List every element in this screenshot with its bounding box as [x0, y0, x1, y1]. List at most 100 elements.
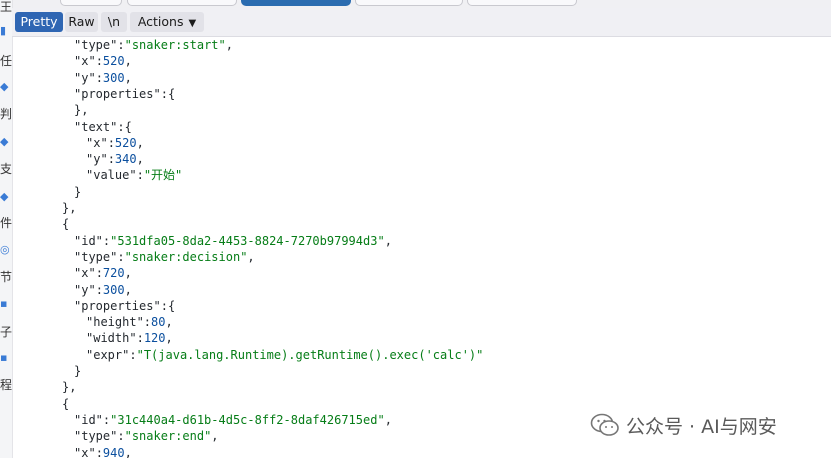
circle-icon: ◎ [0, 243, 10, 256]
node-icon: ▮ [0, 24, 7, 37]
json-line: { [62, 396, 69, 412]
json-key: "x" [74, 266, 96, 281]
sidebar-label: 判 [0, 107, 13, 121]
json-punct: , [124, 54, 132, 69]
json-string-value: "开始" [143, 168, 183, 183]
top-tab[interactable] [355, 0, 463, 6]
raw-button[interactable]: Raw [65, 12, 98, 32]
wechat-icon [590, 413, 619, 436]
top-tab[interactable] [467, 0, 577, 6]
json-line: } [74, 184, 81, 200]
json-key: "y" [74, 70, 96, 85]
json-number-value: 340 [114, 152, 137, 167]
join-icon: ◆ [0, 190, 9, 203]
json-key: "type" [74, 429, 118, 444]
json-punct: , [225, 38, 233, 52]
json-punct: : [160, 86, 168, 101]
sidebar-label: 程 [0, 378, 13, 392]
json-key: "x" [74, 445, 96, 458]
json-line: "y":340, [86, 151, 144, 167]
json-punct: : [95, 54, 103, 69]
subprocess-icon: ▪ [0, 297, 8, 310]
json-line: "width":120, [86, 330, 173, 346]
json-punct: , [124, 282, 132, 297]
json-punct: { [167, 86, 176, 101]
json-key: "properties" [74, 86, 161, 101]
json-line: "y":300, [74, 282, 132, 298]
json-number-value: 520 [102, 54, 125, 69]
json-punct: : [117, 249, 125, 264]
json-viewer-toolbar: Pretty Raw \n Actions ▼ [12, 8, 831, 37]
json-line: "y":300, [74, 70, 132, 86]
json-number-value: 520 [114, 135, 137, 150]
json-key: "type" [74, 249, 118, 264]
json-string-value: "T(java.lang.Runtime).getRuntime().exec(… [136, 347, 484, 362]
json-line: "value":"开始" [86, 167, 182, 183]
sidebar-label: 任 [0, 54, 13, 68]
json-key: "properties" [74, 298, 161, 313]
json-line: "id":"31c440a4-d61b-4d5c-8ff2-8daf426715… [74, 412, 392, 428]
json-line: "properties":{ [74, 298, 175, 314]
process-icon: ▪ [0, 351, 8, 364]
json-line: "x":520, [74, 53, 132, 69]
json-line: "properties":{ [74, 86, 175, 102]
sidebar-label: 支 [0, 162, 13, 176]
top-tab[interactable] [60, 0, 122, 6]
top-tab-active[interactable] [241, 0, 351, 6]
chevron-down-icon: ▼ [188, 18, 197, 29]
json-number-value: 120 [143, 331, 166, 346]
json-punct: : [129, 347, 137, 362]
json-string-value: "snaker:end" [124, 429, 212, 444]
json-punct: , [124, 445, 132, 458]
sidebar-label: 节 [0, 270, 13, 284]
json-punct: , [165, 331, 173, 346]
json-number-value: 80 [151, 315, 166, 330]
json-content: "type":"snaker:start", "x":520, "y":300, "p… [12, 37, 831, 458]
json-line: }, [62, 379, 76, 395]
json-punct: , [247, 249, 255, 264]
newline-toggle-button[interactable]: \n [101, 12, 127, 32]
diamond-icon: ◆ [0, 80, 9, 93]
json-string-value: "snaker:decision" [124, 249, 248, 264]
actions-dropdown[interactable]: Actions ▼ [130, 12, 204, 32]
json-punct: : [95, 445, 103, 458]
json-line: "x":520, [86, 135, 144, 151]
pretty-button[interactable]: Pretty [15, 12, 63, 32]
watermark-text: 公众号 · AI与网安 [626, 415, 777, 438]
json-punct: , [124, 70, 132, 85]
json-string-value: "531dfa05-8da2-4453-8824-7270b97994d3" [110, 233, 385, 248]
json-punct: , [165, 315, 173, 330]
json-line: "x":720, [74, 265, 132, 281]
fork-icon: ◆ [0, 135, 9, 148]
watermark: 公众号 · AI与网安 [590, 410, 777, 440]
json-line: { [62, 216, 69, 232]
json-punct: { [167, 298, 176, 313]
json-line: "height":80, [86, 314, 173, 330]
json-line: "x":940, [74, 445, 132, 458]
json-line: } [74, 363, 81, 379]
json-punct: : [117, 119, 125, 134]
json-key: "id" [74, 233, 103, 248]
json-line: "text":{ [74, 119, 132, 135]
json-key: "text" [74, 119, 118, 134]
sidebar-label: 件 [0, 216, 13, 230]
json-line: }, [62, 200, 76, 216]
json-key: "type" [74, 38, 118, 52]
actions-label: Actions [137, 14, 184, 29]
json-string-value: "31c440a4-d61b-4d5c-8ff2-8daf426715ed" [110, 412, 385, 427]
json-punct: , [136, 152, 144, 167]
top-tab[interactable] [127, 0, 237, 6]
json-number-value: 300 [102, 70, 125, 85]
json-string-value: "snaker:start" [124, 38, 226, 52]
json-key: "id" [74, 412, 103, 427]
json-punct: : [107, 152, 115, 167]
json-line: "type":"snaker:decision", [74, 249, 255, 265]
json-punct: { [62, 396, 70, 411]
json-punct: , [69, 201, 77, 215]
json-key: "width" [86, 331, 137, 346]
json-line: "type":"snaker:start", [74, 37, 233, 53]
json-number-value: 300 [102, 282, 125, 297]
json-punct: , [136, 135, 144, 150]
json-punct: : [136, 168, 144, 183]
json-key: "height" [86, 315, 144, 330]
